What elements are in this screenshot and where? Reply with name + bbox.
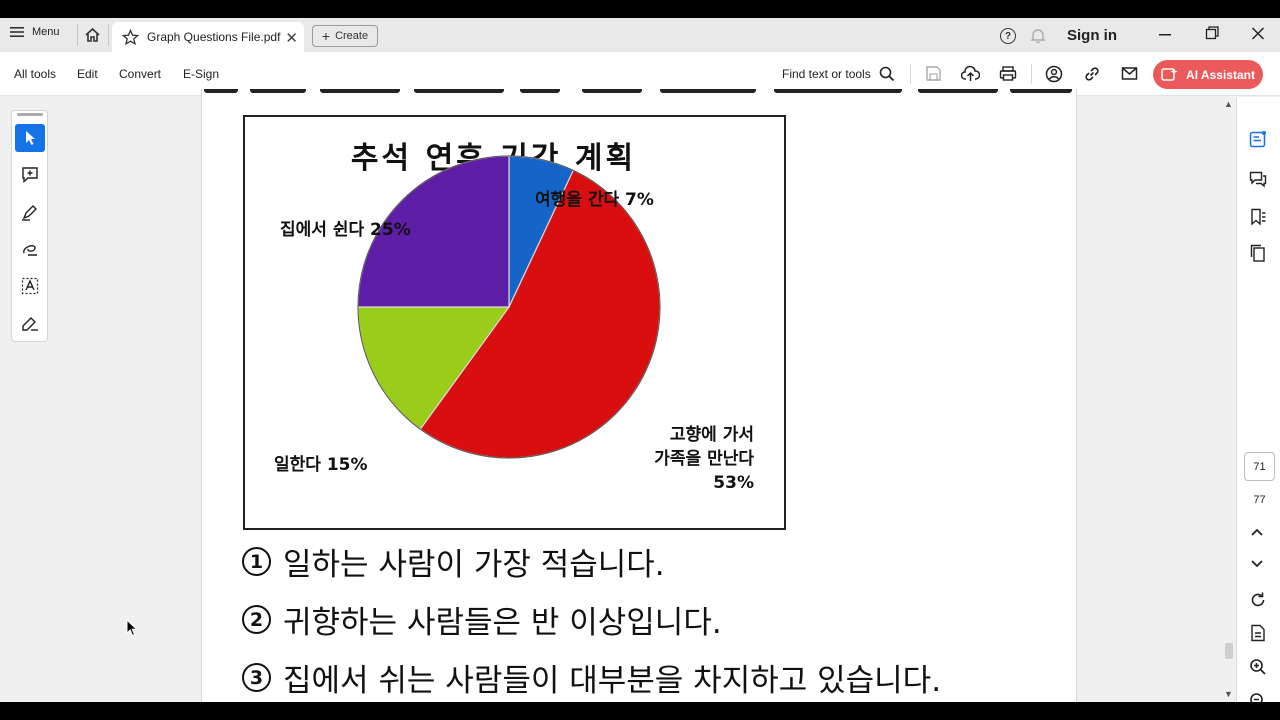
select-arrow-icon xyxy=(26,131,35,145)
answer-option-2[interactable]: 2 귀향하는 사람들은 반 이상입니다. xyxy=(242,597,722,642)
option-text: 일하는 사람이 가장 적습니다. xyxy=(283,547,665,583)
divider xyxy=(108,24,109,46)
ai-sparkle-icon xyxy=(1161,67,1178,81)
divider xyxy=(910,64,911,84)
option-number: 3 xyxy=(242,663,271,692)
ai-summary-icon[interactable] xyxy=(1249,130,1267,153)
text-recognition-icon xyxy=(21,277,39,295)
close-window-icon[interactable] xyxy=(1251,24,1265,49)
acrobat-window: Menu Graph Questions File.pdf ✕ + Create… xyxy=(0,18,1280,702)
hamburger-icon xyxy=(10,27,24,37)
star-icon[interactable] xyxy=(122,29,139,45)
convert-menu[interactable]: Convert xyxy=(119,67,161,81)
divider xyxy=(1031,64,1032,84)
sign-pen-icon xyxy=(22,317,38,331)
scroll-up-icon[interactable]: ▲ xyxy=(1224,99,1233,109)
option-number: 2 xyxy=(242,605,271,634)
rotate-icon[interactable] xyxy=(1249,591,1267,614)
ai-assistant-button[interactable]: AI Assistant xyxy=(1153,60,1263,89)
page-thumbnails-icon[interactable] xyxy=(1249,244,1267,267)
option-text: 집에서 쉬는 사람들이 대부분을 차지하고 있습니다. xyxy=(283,663,942,699)
mouse-cursor-icon xyxy=(126,618,138,642)
menu-label: Menu xyxy=(32,26,60,38)
highlight-pen-icon xyxy=(22,205,37,221)
draw-freehand-icon xyxy=(23,245,37,256)
slice-label-rest-home: 집에서 쉰다 25% xyxy=(280,220,411,240)
quick-tools-panel xyxy=(11,110,48,342)
notification-bell-icon[interactable] xyxy=(1030,27,1046,49)
previous-page-icon[interactable] xyxy=(1250,525,1264,544)
home-button[interactable] xyxy=(84,27,101,43)
upload-cloud-icon[interactable] xyxy=(960,65,981,87)
comments-icon[interactable] xyxy=(1249,170,1267,193)
option-text: 귀향하는 사람들은 반 이상입니다. xyxy=(283,605,722,641)
answer-option-1[interactable]: 1 일하는 사람이 가장 적습니다. xyxy=(242,539,665,584)
link-icon[interactable] xyxy=(1083,65,1101,88)
ai-assistant-label: AI Assistant xyxy=(1186,67,1255,82)
select-tool[interactable] xyxy=(15,124,45,152)
slice-label-hometown-line3: 53% xyxy=(713,473,754,493)
highlight-tool[interactable] xyxy=(15,198,45,226)
tab-graph-questions[interactable]: Graph Questions File.pdf ✕ xyxy=(112,22,304,52)
document-viewport[interactable]: 추석 연휴 기간 계획 여행을 간다 7% 집에서 쉰다 25% 일한다 15%… xyxy=(0,89,1222,702)
create-label: Create xyxy=(335,30,369,42)
panel-grip[interactable] xyxy=(17,113,43,116)
right-side-panel: 71 77 xyxy=(1236,97,1280,702)
find-text-tools[interactable]: Find text or tools xyxy=(782,66,895,82)
slice-label-work: 일한다 15% xyxy=(274,455,368,475)
email-icon[interactable] xyxy=(1121,65,1138,87)
minimize-icon[interactable] xyxy=(1158,24,1172,49)
title-bar: Menu Graph Questions File.pdf ✕ + Create… xyxy=(0,18,1280,52)
create-button[interactable]: + Create xyxy=(312,25,378,47)
zoom-in-icon[interactable] xyxy=(1249,658,1267,681)
search-icon xyxy=(879,66,894,82)
add-comment-icon xyxy=(22,167,38,184)
slice-label-hometown-line2: 가족을 만난다 xyxy=(654,449,754,469)
draw-tool[interactable] xyxy=(15,235,45,263)
scrollbar-thumb[interactable] xyxy=(1225,643,1233,659)
pie-chart: 추석 연휴 기간 계획 여행을 간다 7% 집에서 쉰다 25% 일한다 15%… xyxy=(243,115,786,530)
save-icon[interactable] xyxy=(925,65,942,87)
share-user-icon[interactable] xyxy=(1045,65,1063,88)
add-comment-tool[interactable] xyxy=(15,161,45,189)
total-pages: 77 xyxy=(1253,494,1266,506)
zoom-out-icon[interactable] xyxy=(1249,692,1267,702)
slice-label-hometown-line1: 고향에 가서 xyxy=(669,425,754,445)
tab-title: Graph Questions File.pdf xyxy=(147,30,281,44)
text-recognition-tool[interactable] xyxy=(15,272,45,300)
slice-label-hometown: 고향에 가서 가족을 만난다 53% xyxy=(636,423,754,495)
answer-option-3[interactable]: 3 집에서 쉬는 사람들이 대부분을 차지하고 있습니다. xyxy=(242,655,941,700)
next-page-icon[interactable] xyxy=(1250,557,1264,576)
edit-menu[interactable]: Edit xyxy=(77,67,98,81)
page-fit-icon[interactable] xyxy=(1249,624,1267,647)
current-page-input[interactable]: 71 xyxy=(1244,452,1275,481)
vertical-scrollbar[interactable]: ▲ ▼ xyxy=(1222,97,1236,702)
pdf-page: 추석 연휴 기간 계획 여행을 간다 7% 집에서 쉰다 25% 일한다 15%… xyxy=(201,89,1077,702)
scroll-down-icon[interactable]: ▼ xyxy=(1224,689,1233,699)
all-tools-menu[interactable]: All tools xyxy=(14,67,56,81)
esign-menu[interactable]: E-Sign xyxy=(183,67,219,81)
print-icon[interactable] xyxy=(999,65,1017,87)
menu-button[interactable]: Menu xyxy=(10,26,60,38)
close-tab-icon[interactable]: ✕ xyxy=(285,29,298,47)
plus-icon: + xyxy=(321,28,331,44)
divider xyxy=(77,24,78,46)
bookmarks-icon[interactable] xyxy=(1249,208,1267,231)
help-icon[interactable]: ? xyxy=(1000,28,1016,44)
restore-icon[interactable] xyxy=(1205,24,1219,49)
option-number: 1 xyxy=(242,547,271,576)
sign-in-button[interactable]: Sign in xyxy=(1067,27,1117,44)
cropped-previous-line xyxy=(202,89,1076,101)
slice-label-travel: 여행을 간다 7% xyxy=(535,190,654,210)
sign-tool[interactable] xyxy=(15,309,45,337)
find-label: Find text or tools xyxy=(782,67,871,81)
home-icon xyxy=(85,27,100,42)
